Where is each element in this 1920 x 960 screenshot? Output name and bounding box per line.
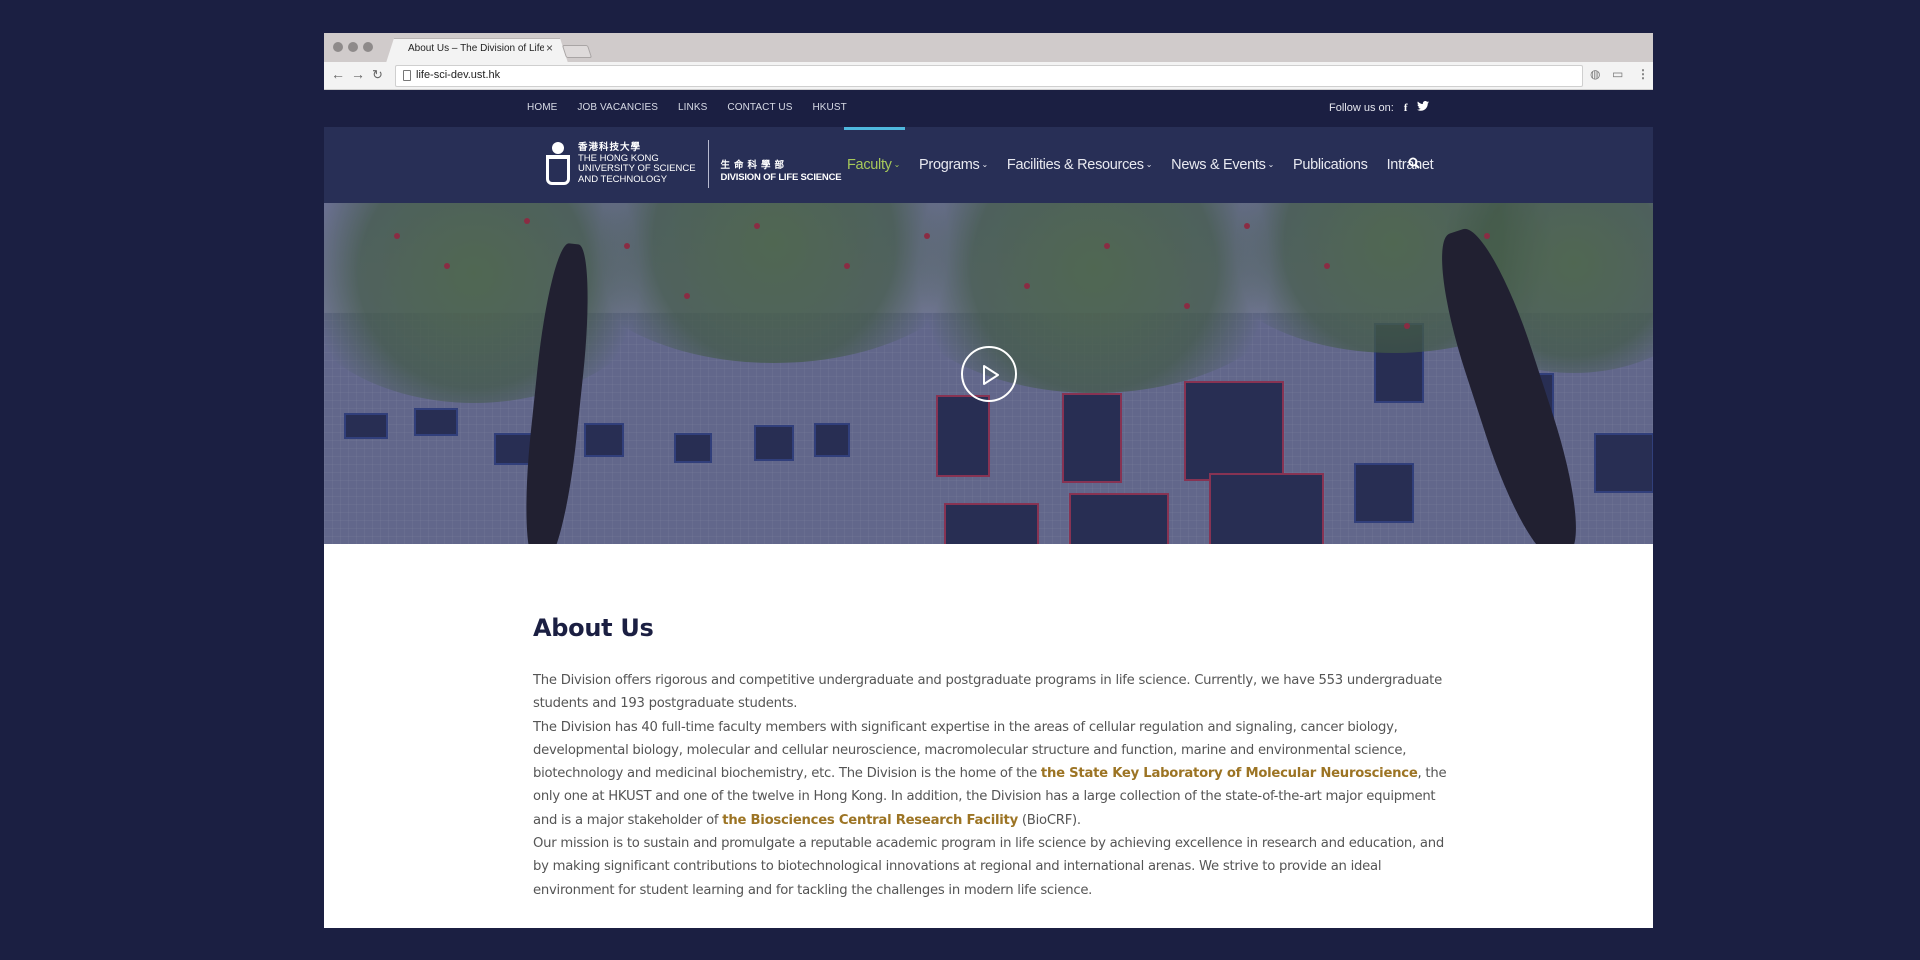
tab-title: About Us – The Division of Life Science (408, 43, 544, 54)
paragraph-text: (BioCRF). (1017, 812, 1081, 828)
follow-us: Follow us on: f (1329, 101, 1430, 114)
university-name-line3: AND TECHNOLOGY (578, 173, 668, 185)
utility-link-links[interactable]: LINKS (678, 102, 707, 113)
menu-item-faculty[interactable]: Faculty ⌄ (847, 157, 900, 173)
address-bar[interactable]: life-sci-dev.ust.hk (395, 65, 1583, 87)
chevron-down-icon: ⌄ (981, 160, 989, 169)
minimize-window-button[interactable] (348, 42, 358, 52)
menu-item-programs[interactable]: Programs ⌄ (919, 157, 988, 173)
site-logo[interactable]: 香港科技大學 THE HONG KONG UNIVERSITY OF SCIEN… (544, 139, 842, 189)
menu-item-news-events[interactable]: News & Events ⌄ (1171, 157, 1274, 173)
hkust-crest-icon (544, 142, 572, 186)
play-video-button[interactable] (961, 346, 1017, 402)
division-name-en: DIVISION OF LIFE SCIENCE (720, 172, 842, 183)
utility-links: HOME JOB VACANCIES LINKS CONTACT US HKUS… (527, 102, 847, 113)
menu-item-label: News & Events (1171, 157, 1266, 173)
follow-label: Follow us on: (1329, 101, 1394, 114)
about-paragraph-3: Our mission is to sustain and promulgate… (533, 836, 1444, 898)
state-key-lab-link[interactable]: the State Key Laboratory of Molecular Ne… (1041, 766, 1418, 781)
utility-link-hkust[interactable]: HKUST (812, 102, 846, 113)
new-tab-button[interactable] (561, 45, 593, 58)
reload-icon[interactable]: ↻ (372, 67, 383, 83)
primary-menu: Faculty ⌄ Programs ⌄ Facilities & Resource… (847, 127, 1434, 203)
utility-bar: HOME JOB VACANCIES LINKS CONTACT US HKUS… (324, 90, 1653, 127)
menu-kebab-icon[interactable]: ⋮ (1637, 67, 1649, 81)
about-paragraph-1: The Division offers rigorous and competi… (533, 673, 1442, 712)
browser-toolbar: ← → ↻ life-sci-dev.ust.hk ◍ ▭ ⋮ (324, 62, 1653, 90)
biocrf-link[interactable]: the Biosciences Central Research Facilit… (722, 813, 1018, 828)
about-body: The Division offers rigorous and competi… (533, 669, 1453, 902)
close-tab-icon[interactable]: × (546, 41, 553, 55)
division-name: 生命科學部 DIVISION OF LIFE SCIENCE (721, 160, 842, 184)
twitter-icon[interactable] (1417, 101, 1430, 114)
close-window-button[interactable] (333, 42, 343, 52)
logo-divider (707, 140, 709, 188)
utility-link-job-vacancies[interactable]: JOB VACANCIES (577, 102, 658, 113)
menu-item-facilities-resources[interactable]: Facilities & Resources ⌄ (1006, 157, 1153, 173)
about-paragraph-2: The Division has 40 full-time faculty me… (533, 716, 1453, 832)
menu-item-label: Faculty (847, 157, 892, 173)
page-icon (403, 70, 411, 81)
university-name-zh: 香港科技大學 (578, 142, 642, 153)
web-page: HOME JOB VACANCIES LINKS CONTACT US HKUS… (324, 90, 1653, 928)
hero-banner (324, 203, 1653, 544)
play-icon (983, 365, 999, 385)
extension-icon[interactable]: ◍ (1590, 67, 1600, 81)
chevron-down-icon: ⌄ (893, 160, 901, 169)
arrow-right-icon[interactable]: → (351, 66, 365, 82)
utility-link-contact-us[interactable]: CONTACT US (727, 102, 792, 113)
facebook-icon[interactable]: f (1404, 102, 1408, 114)
url-text: life-sci-dev.ust.hk (416, 69, 501, 81)
chevron-down-icon: ⌄ (1145, 160, 1153, 169)
cast-icon[interactable]: ▭ (1612, 67, 1623, 81)
browser-window: About Us – The Division of Life Science … (324, 33, 1653, 928)
menu-item-publications[interactable]: Publications (1293, 157, 1368, 173)
search-icon[interactable] (1408, 156, 1422, 170)
main-navigation: 香港科技大學 THE HONG KONG UNIVERSITY OF SCIEN… (324, 127, 1653, 203)
maximize-window-button[interactable] (363, 42, 373, 52)
about-section: About Us The Division offers rigorous an… (324, 544, 1653, 928)
chevron-down-icon: ⌄ (1267, 160, 1275, 169)
page-title: About Us (533, 614, 654, 642)
arrow-left-icon[interactable]: ← (331, 66, 345, 82)
menu-item-label: Programs (919, 157, 980, 173)
utility-link-home[interactable]: HOME (527, 102, 557, 113)
menu-item-label: Publications (1292, 157, 1368, 173)
menu-item-label: Facilities & Resources (1006, 157, 1144, 173)
university-name: 香港科技大學 THE HONG KONG UNIVERSITY OF SCIEN… (578, 142, 696, 185)
division-name-zh: 生命科學部 (720, 160, 789, 171)
tab-bar: About Us – The Division of Life Science … (324, 33, 1653, 63)
university-name-line2: UNIVERSITY OF SCIENCE (578, 163, 696, 174)
